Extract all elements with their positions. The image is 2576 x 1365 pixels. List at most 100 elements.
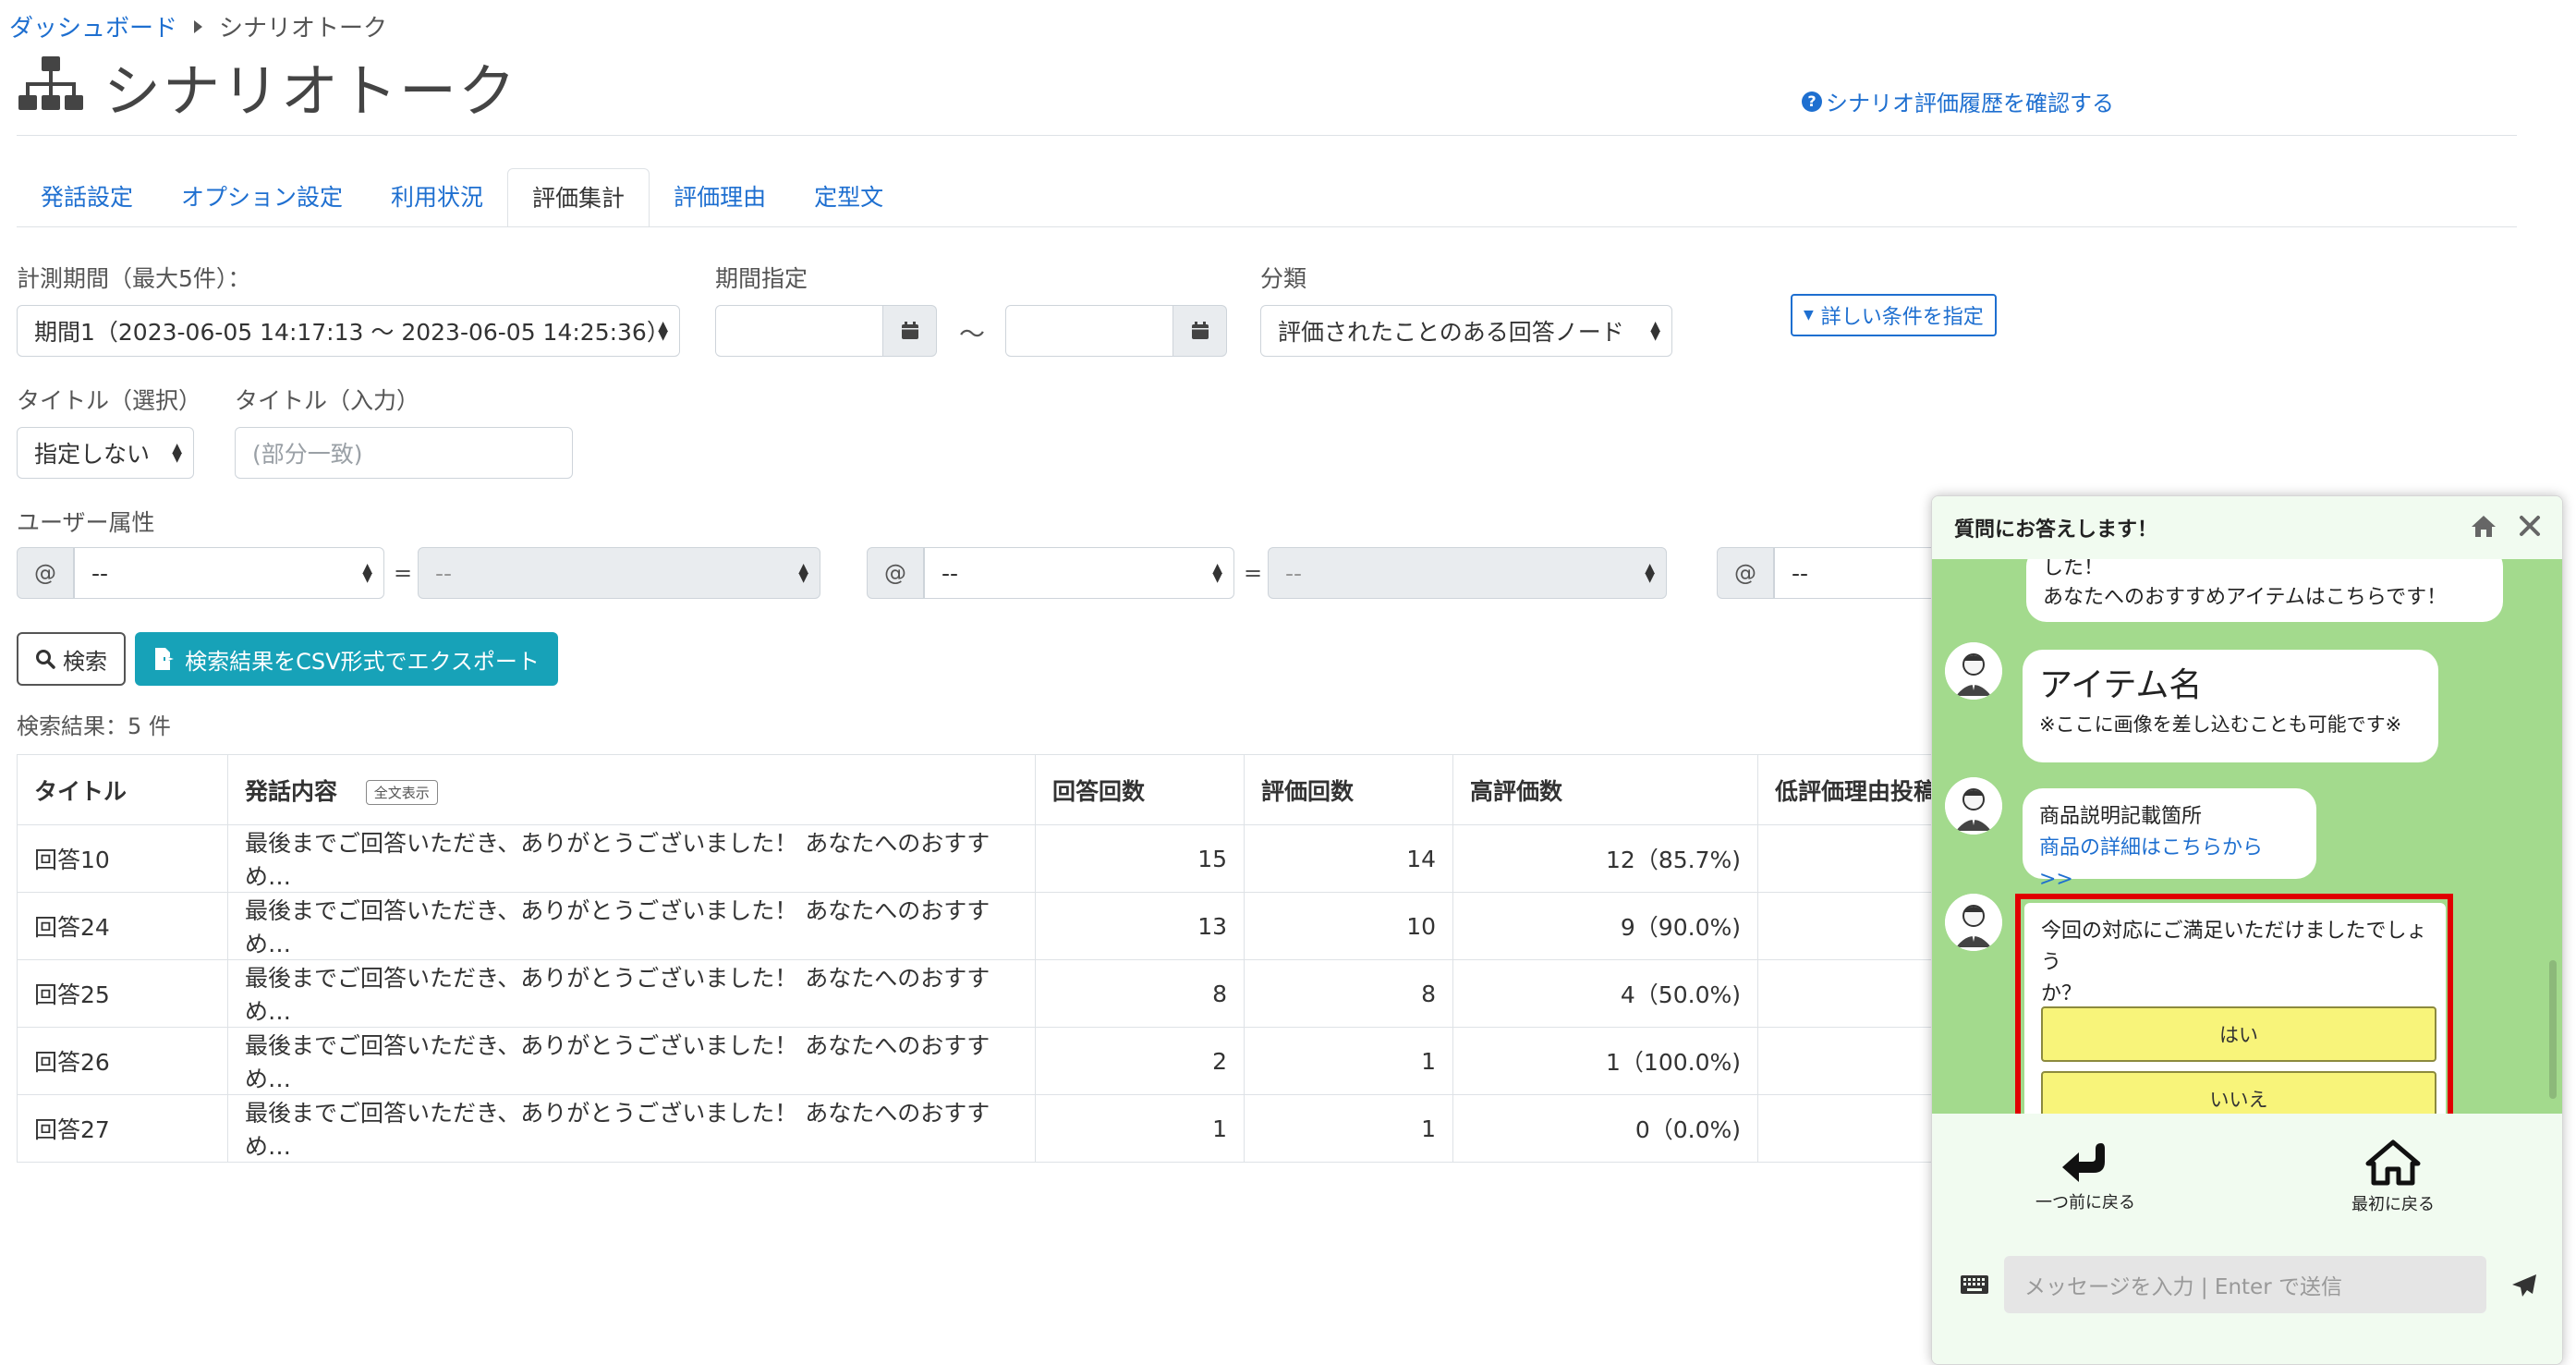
breadcrumb-home-link[interactable]: ダッシュボード xyxy=(9,9,177,43)
chat-input-row: メッセージを入力 | Enter で送信 xyxy=(1932,1234,2562,1364)
title-select[interactable]: 指定しない ▲ ▼ xyxy=(17,427,194,479)
advanced-conditions-label: 詳しい条件を指定 xyxy=(1820,306,1984,329)
user-attr-select-1[interactable]: -- ▲ ▼ xyxy=(74,547,384,599)
select-arrows-icon: ▲ ▼ xyxy=(1650,319,1660,343)
period-select[interactable]: 期間1（2023-06-05 14:17:13 ～ 2023-06-05 14:… xyxy=(17,305,680,357)
cell-answer-count: 1 xyxy=(1035,1094,1245,1163)
user-attr-value-2: -- ▲ ▼ xyxy=(1268,547,1667,599)
cell-title: 回答27 xyxy=(17,1094,228,1163)
title-select-value: 指定しない xyxy=(34,441,151,468)
tab-evaluation-summary[interactable]: 評価集計 xyxy=(507,168,650,227)
evaluation-history-link-label: シナリオ評価履歴を確認する xyxy=(1826,91,2114,116)
home-icon[interactable] xyxy=(2470,513,2497,539)
cell-title: 回答24 xyxy=(17,892,228,960)
table-row[interactable]: 回答26 最後までご回答いただき、ありがとうございました！ あなたへのおすすめ…… xyxy=(17,1027,1995,1095)
show-fulltext-button[interactable]: 全文表示 xyxy=(365,780,438,805)
user-attr-value-2-text: -- xyxy=(1285,559,1303,587)
column-header-evaluation-count[interactable]: 評価回数 xyxy=(1244,754,1453,825)
cell-high-rating: 9（90.0%) xyxy=(1452,892,1758,960)
header-divider xyxy=(17,135,2517,136)
chat-messages[interactable]: した！ あなたへのおすすめアイテムはこちらです！ アイテム名 ※ここに画像を差し… xyxy=(1932,559,2562,1114)
back-button-label: 一つ前に戻る xyxy=(2035,1193,2135,1213)
export-csv-button[interactable]: 検索結果をCSV形式でエクスポート xyxy=(135,632,558,686)
chat-navigation: 一つ前に戻る 最初に戻る xyxy=(1932,1114,2562,1234)
close-icon[interactable] xyxy=(2518,514,2542,538)
chat-message-line: した！ xyxy=(2043,559,2105,579)
cell-content: 最後までご回答いただき、ありがとうございました！ あなたへのおすすめ… xyxy=(227,959,1036,1028)
keyboard-icon[interactable] xyxy=(1960,1274,1989,1295)
category-select-value: 評価されたことのある回答ノード xyxy=(1278,319,1624,346)
table-row[interactable]: 回答27 最後までご回答いただき、ありがとうございました！ あなたへのおすすめ…… xyxy=(17,1094,1995,1163)
range-start-calendar-button[interactable] xyxy=(883,305,937,357)
category-select[interactable]: 評価されたことのある回答ノード ▲ ▼ xyxy=(1260,305,1672,357)
chat-message-item: アイテム名 ※ここに画像を差し込むことも可能です※ xyxy=(2023,650,2438,762)
table-row[interactable]: 回答24 最後までご回答いただき、ありがとうございました！ あなたへのおすすめ…… xyxy=(17,892,1995,960)
chat-scrollbar[interactable] xyxy=(2549,960,2557,1099)
cell-evaluation-count: 10 xyxy=(1244,892,1453,960)
cell-content: 最後までご回答いただき、ありがとうございました！ あなたへのおすすめ… xyxy=(227,892,1036,960)
user-attr-value-1-text: -- xyxy=(435,559,453,587)
title-input[interactable]: (部分一致) xyxy=(235,427,573,479)
title-input-placeholder: (部分一致) xyxy=(252,441,363,468)
tab-option-settings[interactable]: オプション設定 xyxy=(157,168,367,227)
range-separator: ～ xyxy=(959,319,986,349)
column-header-high-rating[interactable]: 高評価数 xyxy=(1452,754,1758,825)
select-arrows-icon: ▲ ▼ xyxy=(172,441,182,465)
column-header-content-label: 発話内容 xyxy=(245,777,338,805)
restart-button[interactable]: 最初に戻る xyxy=(2351,1140,2435,1215)
sitemap-icon xyxy=(18,56,83,110)
calendar-icon xyxy=(1191,322,1209,339)
cell-answer-count: 2 xyxy=(1035,1027,1245,1095)
category-label: 分類 xyxy=(1260,265,1307,292)
restart-button-label: 最初に戻る xyxy=(2351,1195,2435,1214)
column-header-content[interactable]: 発話内容 全文表示 xyxy=(227,754,1036,825)
table-row[interactable]: 回答10 最後までご回答いただき、ありがとうございました！ あなたへのおすすめ…… xyxy=(17,824,1995,893)
title-select-label: タイトル（選択） xyxy=(17,387,202,414)
tab-templates[interactable]: 定型文 xyxy=(790,168,907,227)
calendar-icon xyxy=(901,322,918,339)
page-header: シナリオトーク xyxy=(17,44,517,128)
table-row[interactable]: 回答25 最後までご回答いただき、ありがとうございました！ あなたへのおすすめ…… xyxy=(17,959,1995,1028)
tab-usage[interactable]: 利用状況 xyxy=(367,168,507,227)
back-button[interactable]: 一つ前に戻る xyxy=(2035,1140,2135,1213)
search-button[interactable]: 検索 xyxy=(17,632,126,686)
user-attr-select-2[interactable]: -- ▲ ▼ xyxy=(924,547,1234,599)
chat-message-line: あなたへのおすすめアイテムはこちらです！ xyxy=(2043,586,2448,609)
description-text: 商品説明記載箇所 xyxy=(2039,805,2203,828)
chat-widget: 質問にお答えします！ した！ あなたへのおすすめアイテムはこちらです！ アイテム… xyxy=(1931,495,2563,1365)
result-count: 検索結果：5 件 xyxy=(17,713,171,739)
product-detail-link[interactable]: 商品の詳細はこちらから >> xyxy=(2039,833,2300,896)
tab-speech-settings[interactable]: 発話設定 xyxy=(17,168,157,227)
cell-answer-count: 15 xyxy=(1035,824,1245,893)
range-label: 期間指定 xyxy=(715,265,808,292)
satisfaction-no-button[interactable]: いいえ xyxy=(2041,1071,2436,1114)
equals-sign: = xyxy=(394,560,413,586)
range-start-input[interactable] xyxy=(715,305,883,357)
tab-evaluation-reasons[interactable]: 評価理由 xyxy=(650,168,790,227)
operator-avatar-icon xyxy=(1945,894,2002,951)
send-icon[interactable] xyxy=(2510,1273,2538,1298)
operator-avatar-icon xyxy=(1945,777,2002,835)
item-name: アイテム名 xyxy=(2039,666,2203,704)
period-select-value: 期間1（2023-06-05 14:17:13 ～ 2023-06-05 14:… xyxy=(34,319,670,346)
cell-answer-count: 13 xyxy=(1035,892,1245,960)
column-header-title[interactable]: タイトル xyxy=(17,754,228,825)
column-header-answer-count[interactable]: 回答回数 xyxy=(1035,754,1245,825)
range-end-calendar-button[interactable] xyxy=(1173,305,1227,357)
cell-evaluation-count: 1 xyxy=(1244,1094,1453,1163)
home-icon xyxy=(2365,1140,2421,1186)
satisfaction-question-line: か？ xyxy=(2041,982,2083,1005)
table-header-row: タイトル 発話内容 全文表示 回答回数 評価回数 高評価数 低評価理由投稿 xyxy=(17,754,1995,825)
user-attr-select-2-value: -- xyxy=(942,559,959,587)
attr-prefix: @ xyxy=(17,547,74,599)
cell-high-rating: 12（85.7%) xyxy=(1452,824,1758,893)
range-end-input[interactable] xyxy=(1005,305,1173,357)
satisfaction-yes-button[interactable]: はい xyxy=(2041,1006,2436,1062)
bot-avatar xyxy=(1945,777,2002,835)
cell-answer-count: 8 xyxy=(1035,959,1245,1028)
chat-message-input[interactable]: メッセージを入力 | Enter で送信 xyxy=(2004,1256,2486,1313)
evaluation-history-link[interactable]: ? シナリオ評価履歴を確認する xyxy=(1802,85,2114,117)
search-icon xyxy=(36,650,55,669)
question-circle-icon: ? xyxy=(1802,91,1822,112)
advanced-conditions-button[interactable]: ▼ 詳しい条件を指定 xyxy=(1791,294,1997,336)
